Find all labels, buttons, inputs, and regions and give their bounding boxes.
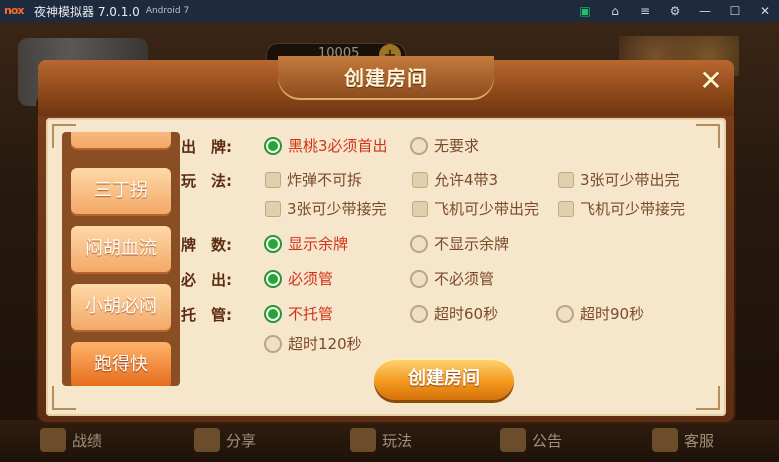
window-title: 夜神模拟器 7.0.1.0 (34, 4, 140, 19)
option-plane-less-out[interactable]: 飞机可少带出完 (412, 198, 539, 219)
option-no-auto-play[interactable]: 不托管 (264, 303, 333, 324)
option-no-requirement[interactable]: 无要求 (410, 135, 479, 156)
tab-game-type-hidden[interactable] (71, 132, 171, 148)
tab-xiaohu-bimen[interactable]: 小胡必闷 (71, 284, 171, 330)
row-label-chupai: 出 牌: (181, 138, 232, 156)
corner-ornament (696, 386, 720, 410)
option-bomb-unsplittable[interactable]: 炸弹不可拆 (265, 169, 362, 190)
option-label: 炸弹不可拆 (287, 171, 363, 189)
option-allow-4-with-3[interactable]: 允许4带3 (412, 169, 498, 190)
close-dialog-button[interactable]: ✕ (694, 64, 728, 98)
row-label-tuoguan: 托 管: (181, 306, 232, 324)
option-label: 必须管 (288, 270, 334, 288)
option-label: 不显示余牌 (434, 235, 510, 253)
game-type-tabs: 三丁拐 闷胡血流 小胡必闷 跑得快 (62, 132, 180, 386)
radio-checked-icon (264, 304, 282, 323)
gear-icon[interactable]: ⚙ (667, 3, 683, 19)
option-show-remaining[interactable]: 显示余牌 (264, 233, 348, 254)
option-label: 无要求 (434, 137, 480, 155)
checkbox-icon (265, 171, 281, 188)
option-label: 显示余牌 (288, 235, 349, 253)
menu-icon[interactable]: ≡ (637, 3, 653, 19)
checkbox-icon (265, 200, 281, 217)
option-label: 允许4带3 (434, 171, 499, 189)
option-label: 3张可少带出完 (580, 171, 680, 189)
corner-ornament (696, 124, 720, 148)
checkbox-icon (558, 200, 574, 217)
minimize-icon[interactable]: — (697, 3, 713, 19)
checkbox-icon (558, 171, 574, 188)
radio-unchecked-icon (410, 269, 428, 288)
corner-ornament (52, 386, 76, 410)
option-label: 黑桃3必须首出 (288, 137, 388, 155)
option-label: 超时60秒 (434, 305, 499, 323)
radio-checked-icon (264, 136, 282, 155)
option-must-beat[interactable]: 必须管 (264, 268, 333, 289)
create-room-dialog: 创建房间 ✕ 三丁拐 闷胡血流 小胡必闷 跑得快 出 牌: 黑桃3必须首出 无要… (38, 56, 734, 426)
emulator-title-bar: nox 夜神模拟器 7.0.1.0 Android 7 ▣ ⌂ ≡ ⚙ — ☐ … (0, 0, 779, 22)
radio-unchecked-icon (556, 304, 574, 323)
option-3-less-out[interactable]: 3张可少带出完 (558, 169, 680, 190)
maximize-icon[interactable]: ☐ (727, 3, 743, 19)
radio-unchecked-icon (410, 234, 428, 253)
option-plane-less-take[interactable]: 飞机可少带接完 (558, 198, 685, 219)
option-label: 不托管 (288, 305, 334, 323)
option-not-must-beat[interactable]: 不必须管 (410, 268, 494, 289)
option-label: 超时120秒 (288, 335, 362, 353)
row-label-bichu: 必 出: (181, 271, 232, 289)
option-3-less-take[interactable]: 3张可少带接完 (265, 198, 387, 219)
dialog-title: 创建房间 (344, 66, 428, 90)
tab-paodekuai[interactable]: 跑得快 (71, 342, 171, 386)
create-room-button[interactable]: 创建房间 (374, 358, 514, 400)
option-timeout-90[interactable]: 超时90秒 (556, 303, 644, 324)
radio-checked-icon (264, 269, 282, 288)
android-version-badge: Android 7 (145, 6, 190, 16)
radio-unchecked-icon (410, 136, 428, 155)
window-controls: ▣ ⌂ ≡ ⚙ — ☐ ✕ (577, 0, 773, 22)
tab-sandingguai[interactable]: 三丁拐 (71, 168, 171, 214)
option-label: 不必须管 (434, 270, 495, 288)
option-label: 3张可少带接完 (287, 200, 387, 218)
option-timeout-60[interactable]: 超时60秒 (410, 303, 498, 324)
radio-checked-icon (264, 234, 282, 253)
radio-unchecked-icon (264, 334, 282, 353)
option-hide-remaining[interactable]: 不显示余牌 (410, 233, 509, 254)
store-icon[interactable]: ▣ (577, 3, 593, 19)
option-timeout-120[interactable]: 超时120秒 (264, 333, 362, 354)
tab-menhu-xueliu[interactable]: 闷胡血流 (71, 226, 171, 272)
option-label: 飞机可少带接完 (580, 200, 686, 218)
radio-unchecked-icon (410, 304, 428, 323)
option-spade3-first[interactable]: 黑桃3必须首出 (264, 135, 388, 156)
option-label: 飞机可少带出完 (434, 200, 540, 218)
option-label: 超时90秒 (580, 305, 645, 323)
row-label-wanfa: 玩 法: (181, 172, 232, 190)
nox-logo: nox (4, 4, 24, 17)
row-label-paishu: 牌 数: (181, 236, 232, 254)
close-icon[interactable]: ✕ (757, 3, 773, 19)
shirt-icon[interactable]: ⌂ (607, 3, 623, 19)
checkbox-icon (412, 200, 428, 217)
checkbox-icon (412, 171, 428, 188)
